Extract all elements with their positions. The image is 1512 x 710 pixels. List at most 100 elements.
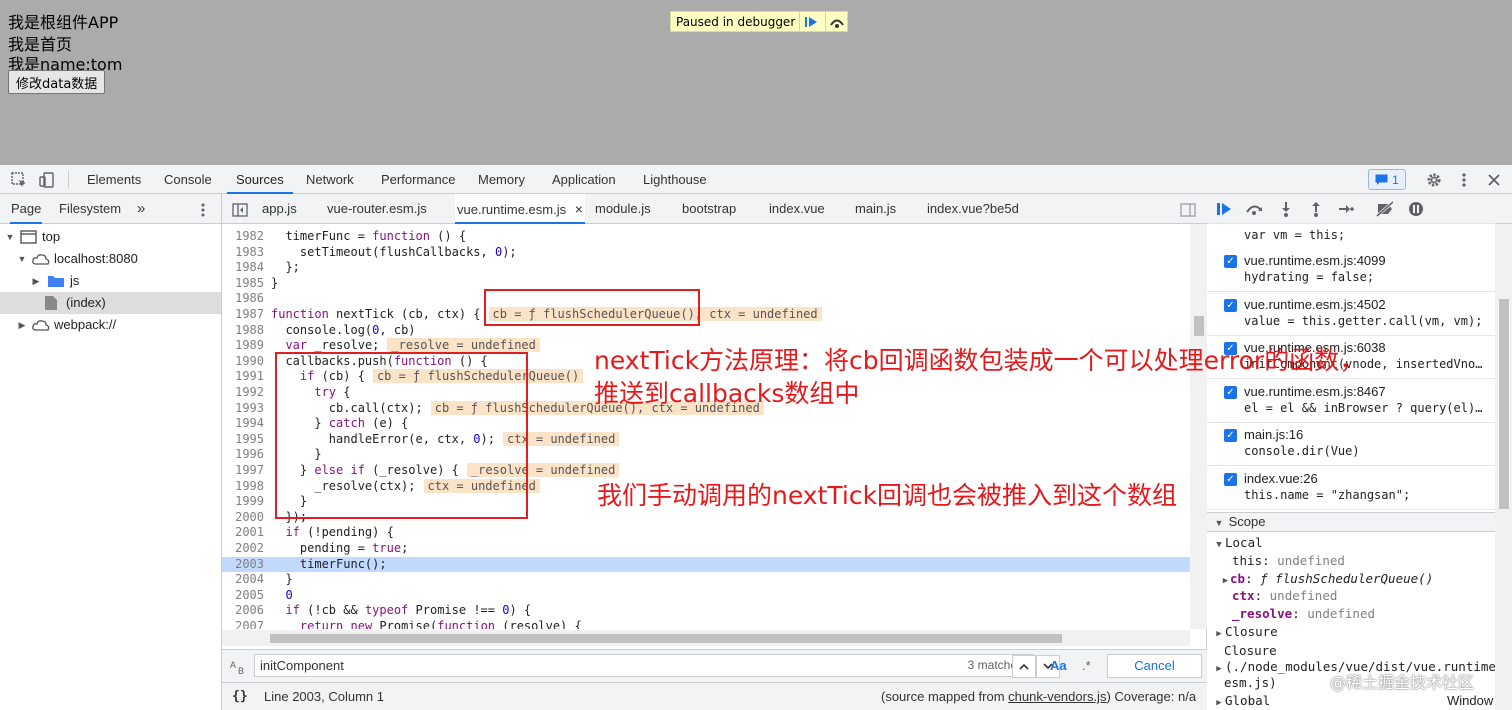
breakpoint-item[interactable]: var vm = this; — [1207, 202, 1495, 242]
code-line[interactable]: 2001 if (!pending) { — [222, 525, 1190, 541]
tab-sources[interactable]: Sources — [227, 165, 293, 194]
editor-vertical-scrollbar[interactable] — [1190, 224, 1207, 629]
line-number[interactable]: 2001 — [222, 525, 264, 541]
file-tab-index-vue[interactable]: index.vue — [769, 194, 825, 224]
tab-lighthouse[interactable]: Lighthouse — [643, 165, 707, 194]
tab-console[interactable]: Console — [164, 165, 212, 194]
code-line[interactable]: 2002 pending = true; — [222, 541, 1190, 557]
code-line[interactable]: 1986 — [222, 291, 1190, 307]
code-line[interactable]: 2005 0 — [222, 588, 1190, 604]
toggle-debugger-icon[interactable] — [1180, 194, 1196, 224]
code-line[interactable]: 1982 timerFunc = function () { — [222, 229, 1190, 245]
scope-closure-module[interactable]: Closure — [1224, 643, 1277, 658]
line-number[interactable]: 1986 — [222, 291, 264, 307]
code-line[interactable]: 1985} — [222, 276, 1190, 292]
tab-performance[interactable]: Performance — [381, 165, 455, 194]
scroll-thumb[interactable] — [1194, 316, 1204, 336]
source-mapped-link[interactable]: chunk-vendors.js — [1008, 689, 1106, 704]
line-number[interactable]: 1983 — [222, 245, 264, 261]
search-prev-button[interactable] — [1012, 655, 1036, 678]
search-input[interactable]: initComponent 3 matches — [254, 654, 1034, 677]
breakpoint-checkbox[interactable]: ✓ — [1224, 429, 1237, 442]
navigator-more-icon[interactable]: » — [137, 194, 145, 224]
line-number[interactable]: 1984 — [222, 260, 264, 276]
line-number[interactable]: 1998 — [222, 479, 264, 495]
line-number[interactable]: 2007 — [222, 619, 264, 629]
scope-header[interactable]: ▼ Scope — [1207, 512, 1495, 532]
breakpoint-checkbox[interactable]: ✓ — [1224, 472, 1237, 486]
line-number[interactable]: 1994 — [222, 416, 264, 432]
search-cancel-button[interactable]: Cancel — [1107, 654, 1202, 678]
breakpoint-item[interactable]: ✓ index.vue:26 this.name = "zhangsan"; — [1207, 467, 1495, 510]
line-number[interactable]: 1987 — [222, 307, 264, 323]
line-number[interactable]: 1995 — [222, 432, 264, 448]
breakpoint-item[interactable]: ✓ vue.runtime.esm.js:8467 el = el && inBro… — [1207, 380, 1495, 423]
pretty-print-icon[interactable]: {} — [232, 683, 248, 710]
toggle-navigator-icon[interactable] — [232, 194, 248, 224]
line-number[interactable]: 1989 — [222, 338, 264, 354]
breakpoint-item[interactable]: ✓ vue.runtime.esm.js:4502 value = this.get… — [1207, 293, 1495, 336]
line-number[interactable]: 1990 — [222, 354, 264, 370]
line-number[interactable]: 1988 — [222, 323, 264, 339]
navigator-tab-page[interactable]: Page — [10, 194, 43, 224]
line-number[interactable]: 2006 — [222, 603, 264, 619]
line-number[interactable]: 1985 — [222, 276, 264, 292]
line-number[interactable]: 2003 — [222, 557, 264, 573]
code-line[interactable]: 1983 setTimeout(flushCallbacks, 0); — [222, 245, 1190, 261]
file-tab-index-vue-be5d[interactable]: index.vue?be5d — [927, 194, 1019, 224]
code-line[interactable]: 1987 function nextTick (cb, ctx) {cb = ƒ … — [222, 307, 1190, 323]
line-number[interactable]: 2000 — [222, 510, 264, 526]
replace-toggle-icon[interactable]: AB — [230, 659, 248, 675]
file-tab-main-js[interactable]: main.js — [855, 194, 896, 224]
breakpoint-checkbox[interactable]: ✓ — [1224, 385, 1237, 399]
step-over-overlay-button[interactable] — [825, 12, 847, 31]
scope-closure[interactable]: ▶ Closure — [1213, 624, 1277, 639]
device-toolbar-icon[interactable] — [37, 170, 57, 190]
code-line[interactable]: 2007 return new Promise(function (resolv… — [222, 619, 1190, 629]
code-line[interactable]: 1988 console.log(0, cb) — [222, 323, 1190, 339]
settings-gear-icon[interactable] — [1424, 170, 1444, 190]
line-number[interactable]: 1999 — [222, 494, 264, 510]
scope-global[interactable]: ▶ Global — [1213, 693, 1270, 708]
close-devtools-icon[interactable] — [1484, 170, 1504, 190]
line-number[interactable]: 1992 — [222, 385, 264, 401]
code-line[interactable]: 2004 } — [222, 572, 1190, 588]
resume-overlay-button[interactable] — [799, 12, 821, 31]
navigator-tab-filesystem[interactable]: Filesystem — [59, 194, 121, 224]
line-number[interactable]: 1997 — [222, 463, 264, 479]
tree-item-js[interactable]: ▶ js — [0, 270, 221, 292]
scroll-thumb[interactable] — [1499, 299, 1509, 509]
file-tab-vue-runtime[interactable]: vue.runtime.esm.js × — [455, 194, 585, 224]
file-tab-bootstrap[interactable]: bootstrap — [682, 194, 736, 224]
tree-item-localhost[interactable]: ▼ localhost:8080 — [0, 248, 221, 270]
line-number[interactable]: 2004 — [222, 572, 264, 588]
more-vertical-icon[interactable] — [1454, 170, 1474, 190]
editor-horizontal-scrollbar[interactable] — [222, 630, 1190, 646]
navigator-menu-icon[interactable] — [200, 194, 206, 224]
debugger-scrollbar[interactable] — [1495, 224, 1512, 710]
code-line[interactable]: 2006 if (!cb && typeof Promise !== 0) { — [222, 603, 1190, 619]
code-line[interactable]: 1984 }; — [222, 260, 1190, 276]
modify-data-button[interactable]: 修改data数据 — [8, 70, 106, 94]
file-tab-vue-router[interactable]: vue-router.esm.js — [327, 194, 427, 224]
tab-application[interactable]: Application — [552, 165, 616, 194]
scroll-thumb[interactable] — [270, 634, 1062, 643]
line-number[interactable]: 2005 — [222, 588, 264, 604]
code-line-execution[interactable]: 2003 timerFunc(); — [222, 556, 1190, 573]
line-number[interactable]: 1993 — [222, 401, 264, 417]
line-number[interactable]: 1996 — [222, 447, 264, 463]
regex-button[interactable]: .* — [1082, 658, 1091, 673]
file-tab-module-js[interactable]: module.js — [595, 194, 651, 224]
inspect-element-icon[interactable] — [9, 170, 29, 190]
tree-item-index[interactable]: (index) — [0, 292, 221, 314]
breakpoint-item[interactable]: ✓ vue.runtime.esm.js:4099 hydrating = fals… — [1207, 249, 1495, 292]
close-tab-icon[interactable]: × — [575, 201, 583, 217]
breakpoint-checkbox[interactable]: ✓ — [1224, 298, 1237, 312]
issues-badge[interactable]: 1 — [1368, 169, 1406, 190]
match-case-button[interactable]: Aa — [1050, 658, 1067, 673]
line-number[interactable]: 1991 — [222, 369, 264, 385]
file-tab-app-js[interactable]: app.js — [262, 194, 297, 224]
tree-item-top[interactable]: ▼ top — [0, 226, 221, 248]
tab-network[interactable]: Network — [306, 165, 354, 194]
tab-memory[interactable]: Memory — [478, 165, 525, 194]
